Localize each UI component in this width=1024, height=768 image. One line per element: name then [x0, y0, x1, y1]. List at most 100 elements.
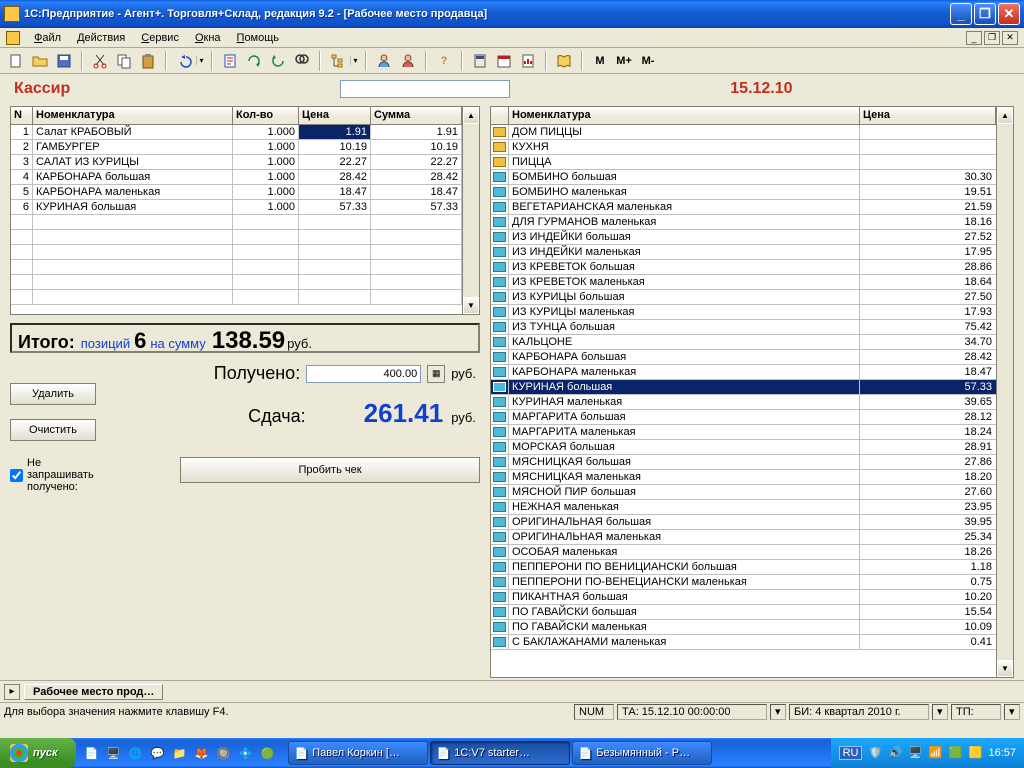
menu-help[interactable]: Помощь: [231, 31, 286, 45]
start-button[interactable]: пуск: [0, 738, 76, 768]
catalog-row[interactable]: МОРСКАЯ большая28.91: [491, 440, 996, 455]
catalog-row[interactable]: ОРИГИНАЛЬНАЯ большая39.95: [491, 515, 996, 530]
ql-icon[interactable]: 🦊: [192, 742, 212, 764]
catalog-row[interactable]: ИЗ ТУНЦА большая75.42: [491, 320, 996, 335]
catalog-row[interactable]: НЕЖНАЯ маленькая23.95: [491, 500, 996, 515]
catalog-row[interactable]: МАРГАРИТА маленькая18.24: [491, 425, 996, 440]
ql-icon[interactable]: 🌐: [126, 742, 146, 764]
tray-icon[interactable]: 🛡️: [868, 746, 882, 760]
refresh2-icon[interactable]: [267, 50, 289, 72]
cut-icon[interactable]: [89, 50, 111, 72]
catalog-row[interactable]: ПО ГАВАЙСКИ маленькая10.09: [491, 620, 996, 635]
catalog-row[interactable]: ДЛЯ ГУРМАНОВ маленькая18.16: [491, 215, 996, 230]
calendar-icon[interactable]: [493, 50, 515, 72]
col-price[interactable]: Цена: [299, 107, 371, 124]
catalog-row[interactable]: ОРИГИНАЛЬНАЯ маленькая25.34: [491, 530, 996, 545]
delete-button[interactable]: Удалить: [10, 383, 96, 405]
tray-icon[interactable]: 🟨: [968, 746, 982, 760]
catalog-row[interactable]: КАРБОНАРА большая28.42: [491, 350, 996, 365]
minimize-button[interactable]: _: [950, 3, 972, 25]
catalog-grid[interactable]: Номенклатура Цена ДОМ ПИЦЦЫКУХНЯПИЦЦАБОМ…: [490, 106, 1014, 678]
copy-icon[interactable]: [113, 50, 135, 72]
tab-workplace[interactable]: Рабочее место прод…: [24, 684, 163, 700]
mdi-minimize-button[interactable]: _: [966, 31, 982, 45]
ql-icon[interactable]: 🟢: [258, 742, 278, 764]
catalog-row[interactable]: ИЗ КУРИЦЫ маленькая17.93: [491, 305, 996, 320]
catalog-row[interactable]: ИЗ КРЕВЕТОК большая28.86: [491, 260, 996, 275]
report-icon[interactable]: [517, 50, 539, 72]
cat-scroll-down-icon[interactable]: ▼: [997, 660, 1013, 677]
undo-icon[interactable]: [173, 50, 195, 72]
status-bi-btn[interactable]: ▾: [932, 704, 948, 720]
help-icon[interactable]: ?: [433, 50, 455, 72]
tray-icon[interactable]: 🟩: [948, 746, 962, 760]
menu-file[interactable]: Файл: [28, 31, 67, 45]
col-sum[interactable]: Сумма: [371, 107, 462, 124]
status-ta-btn[interactable]: ▾: [770, 704, 786, 720]
catalog-row[interactable]: КУРИНАЯ большая57.33: [491, 380, 996, 395]
catalog-row[interactable]: МЯСНИЦКАЯ большая27.86: [491, 455, 996, 470]
catalog-row[interactable]: ИЗ КУРИЦЫ большая27.50: [491, 290, 996, 305]
catalog-scrollbar[interactable]: ▲ ▼: [996, 107, 1013, 677]
cart-grid[interactable]: N Номенклатура Кол-во Цена Сумма 1Салат …: [10, 106, 480, 315]
ql-icon[interactable]: 💠: [236, 742, 256, 764]
ql-icon[interactable]: 🖥️: [104, 742, 124, 764]
mdi-close-button[interactable]: ✕: [1002, 31, 1018, 45]
cart-row[interactable]: 5КАРБОНАРА маленькая1.00018.4718.47: [11, 185, 462, 200]
col-nomenclature[interactable]: Номенклатура: [33, 107, 233, 124]
tray-icon[interactable]: 🖥️: [908, 746, 922, 760]
catalog-row[interactable]: БОМБИНО большая30.30: [491, 170, 996, 185]
cat-col-nom[interactable]: Номенклатура: [509, 107, 860, 124]
open-icon[interactable]: [29, 50, 51, 72]
lang-indicator[interactable]: RU: [839, 746, 863, 760]
tree-dropdown[interactable]: ▾: [350, 56, 360, 65]
menu-windows[interactable]: Окна: [189, 31, 227, 45]
book-icon[interactable]: [553, 50, 575, 72]
ql-icon[interactable]: 📄: [82, 742, 102, 764]
clock[interactable]: 16:57: [988, 747, 1016, 759]
catalog-row[interactable]: ПЕППЕРОНИ ПО-ВЕНЕЦИАНСКИ маленькая0.75: [491, 575, 996, 590]
maximize-button[interactable]: ❐: [974, 3, 996, 25]
menu-actions[interactable]: Действия: [71, 31, 131, 45]
ask-checkbox-input[interactable]: [10, 469, 23, 482]
cart-row[interactable]: 2ГАМБУРГЕР1.00010.1910.19: [11, 140, 462, 155]
clear-button[interactable]: Очистить: [10, 419, 96, 441]
cart-row[interactable]: 1Салат КРАБОВЫЙ1.0001.911.91: [11, 125, 462, 140]
tab-list-button[interactable]: ▸: [4, 684, 20, 700]
catalog-row[interactable]: БОМБИНО маленькая19.51: [491, 185, 996, 200]
catalog-row[interactable]: ПИЦЦА: [491, 155, 996, 170]
col-n[interactable]: N: [11, 107, 33, 124]
calculator-icon[interactable]: ▦: [427, 365, 445, 383]
calc-icon[interactable]: [469, 50, 491, 72]
cart-row[interactable]: 6КУРИНАЯ большая1.00057.3357.33: [11, 200, 462, 215]
mem-mminus[interactable]: M-: [637, 50, 659, 72]
catalog-row[interactable]: ОСОБАЯ маленькая18.26: [491, 545, 996, 560]
catalog-row[interactable]: МЯСНИЦКАЯ маленькая18.20: [491, 470, 996, 485]
cart-row[interactable]: 4КАРБОНАРА большая1.00028.4228.42: [11, 170, 462, 185]
cart-scrollbar[interactable]: ▲ ▼: [462, 107, 479, 314]
catalog-row[interactable]: ПО ГАВАЙСКИ большая15.54: [491, 605, 996, 620]
menu-service[interactable]: Сервис: [135, 31, 185, 45]
person2-icon[interactable]: [397, 50, 419, 72]
ask-checkbox[interactable]: Не запрашивать получено:: [10, 457, 107, 493]
new-icon[interactable]: [5, 50, 27, 72]
catalog-row[interactable]: ИЗ КРЕВЕТОК маленькая18.64: [491, 275, 996, 290]
save-icon[interactable]: [53, 50, 75, 72]
undo-dropdown[interactable]: ▾: [196, 56, 206, 65]
mem-m[interactable]: M: [589, 50, 611, 72]
close-button[interactable]: ✕: [998, 3, 1020, 25]
catalog-row[interactable]: ПЕППЕРОНИ ПО ВЕНИЦИАНСКИ большая1.18: [491, 560, 996, 575]
catalog-row[interactable]: КУРИНАЯ маленькая39.65: [491, 395, 996, 410]
ql-icon[interactable]: 🔘: [214, 742, 234, 764]
catalog-row[interactable]: ИЗ ИНДЕЙКИ большая27.52: [491, 230, 996, 245]
catalog-row[interactable]: ДОМ ПИЦЦЫ: [491, 125, 996, 140]
cashier-input[interactable]: [340, 80, 510, 98]
tree-icon[interactable]: [327, 50, 349, 72]
col-qty[interactable]: Кол-во: [233, 107, 299, 124]
status-tp-btn[interactable]: ▾: [1004, 704, 1020, 720]
scroll-down-icon[interactable]: ▼: [463, 297, 479, 314]
catalog-row[interactable]: МАРГАРИТА большая28.12: [491, 410, 996, 425]
taskbar-task[interactable]: 📄1C:V7 starter…: [430, 741, 570, 765]
mem-mplus[interactable]: M+: [613, 50, 635, 72]
taskbar-task[interactable]: 📄Безымянный - P…: [572, 741, 712, 765]
